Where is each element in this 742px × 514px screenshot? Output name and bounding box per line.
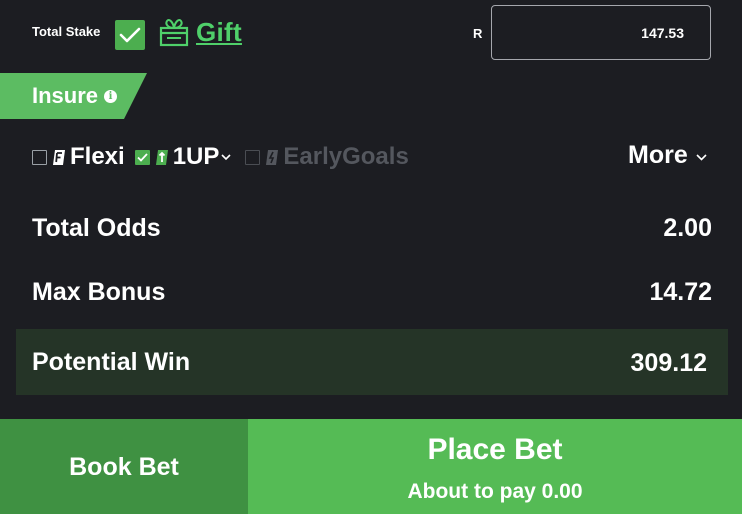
- place-bet-button[interactable]: Place Bet About to pay 0.00: [248, 419, 742, 514]
- total-stake-label: Total Stake: [32, 24, 101, 39]
- gift-button[interactable]: Gift: [158, 16, 242, 48]
- oneup-label[interactable]: 1UP: [173, 143, 220, 171]
- oneup-badge-icon: [155, 149, 168, 165]
- total-odds-value: 2.00: [663, 214, 712, 242]
- more-dropdown[interactable]: More: [628, 141, 707, 170]
- book-bet-button[interactable]: Book Bet: [0, 419, 248, 514]
- flexi-badge-icon: [53, 149, 65, 165]
- gift-label[interactable]: Gift: [196, 17, 242, 48]
- bet-options-row: Flexi 1UP EarlyGoals: [32, 142, 409, 172]
- max-bonus-label: Max Bonus: [32, 278, 166, 306]
- oneup-checkbox[interactable]: [134, 149, 150, 165]
- insure-label: Insure: [32, 83, 99, 108]
- checkmark-icon: [137, 152, 148, 162]
- max-bonus-value: 14.72: [649, 278, 712, 306]
- earlygoals-checkbox[interactable]: [245, 149, 261, 165]
- checkmark-icon: [119, 27, 141, 43]
- chevron-down-icon[interactable]: [221, 153, 231, 161]
- potential-win-label: Potential Win: [32, 348, 191, 376]
- total-odds-label: Total Odds: [32, 214, 161, 242]
- gift-icon: [159, 19, 189, 47]
- place-bet-label: Place Bet: [427, 433, 563, 466]
- stake-confirm-checkbox[interactable]: [115, 20, 145, 50]
- insure-banner[interactable]: Insure i: [0, 73, 147, 119]
- more-label[interactable]: More: [628, 141, 688, 170]
- info-icon[interactable]: i: [104, 90, 117, 103]
- potential-win-value: 309.12: [630, 349, 707, 377]
- earlygoals-label: EarlyGoals: [283, 143, 409, 170]
- stake-amount-input[interactable]: [491, 5, 711, 60]
- chevron-down-icon: [696, 154, 707, 161]
- earlygoals-badge-icon: [266, 149, 279, 165]
- currency-symbol: R: [473, 26, 483, 41]
- flexi-checkbox[interactable]: [32, 149, 47, 165]
- flexi-label[interactable]: Flexi: [70, 143, 125, 171]
- pay-amount-text: About to pay 0.00: [407, 480, 583, 503]
- book-bet-label: Book Bet: [69, 453, 179, 481]
